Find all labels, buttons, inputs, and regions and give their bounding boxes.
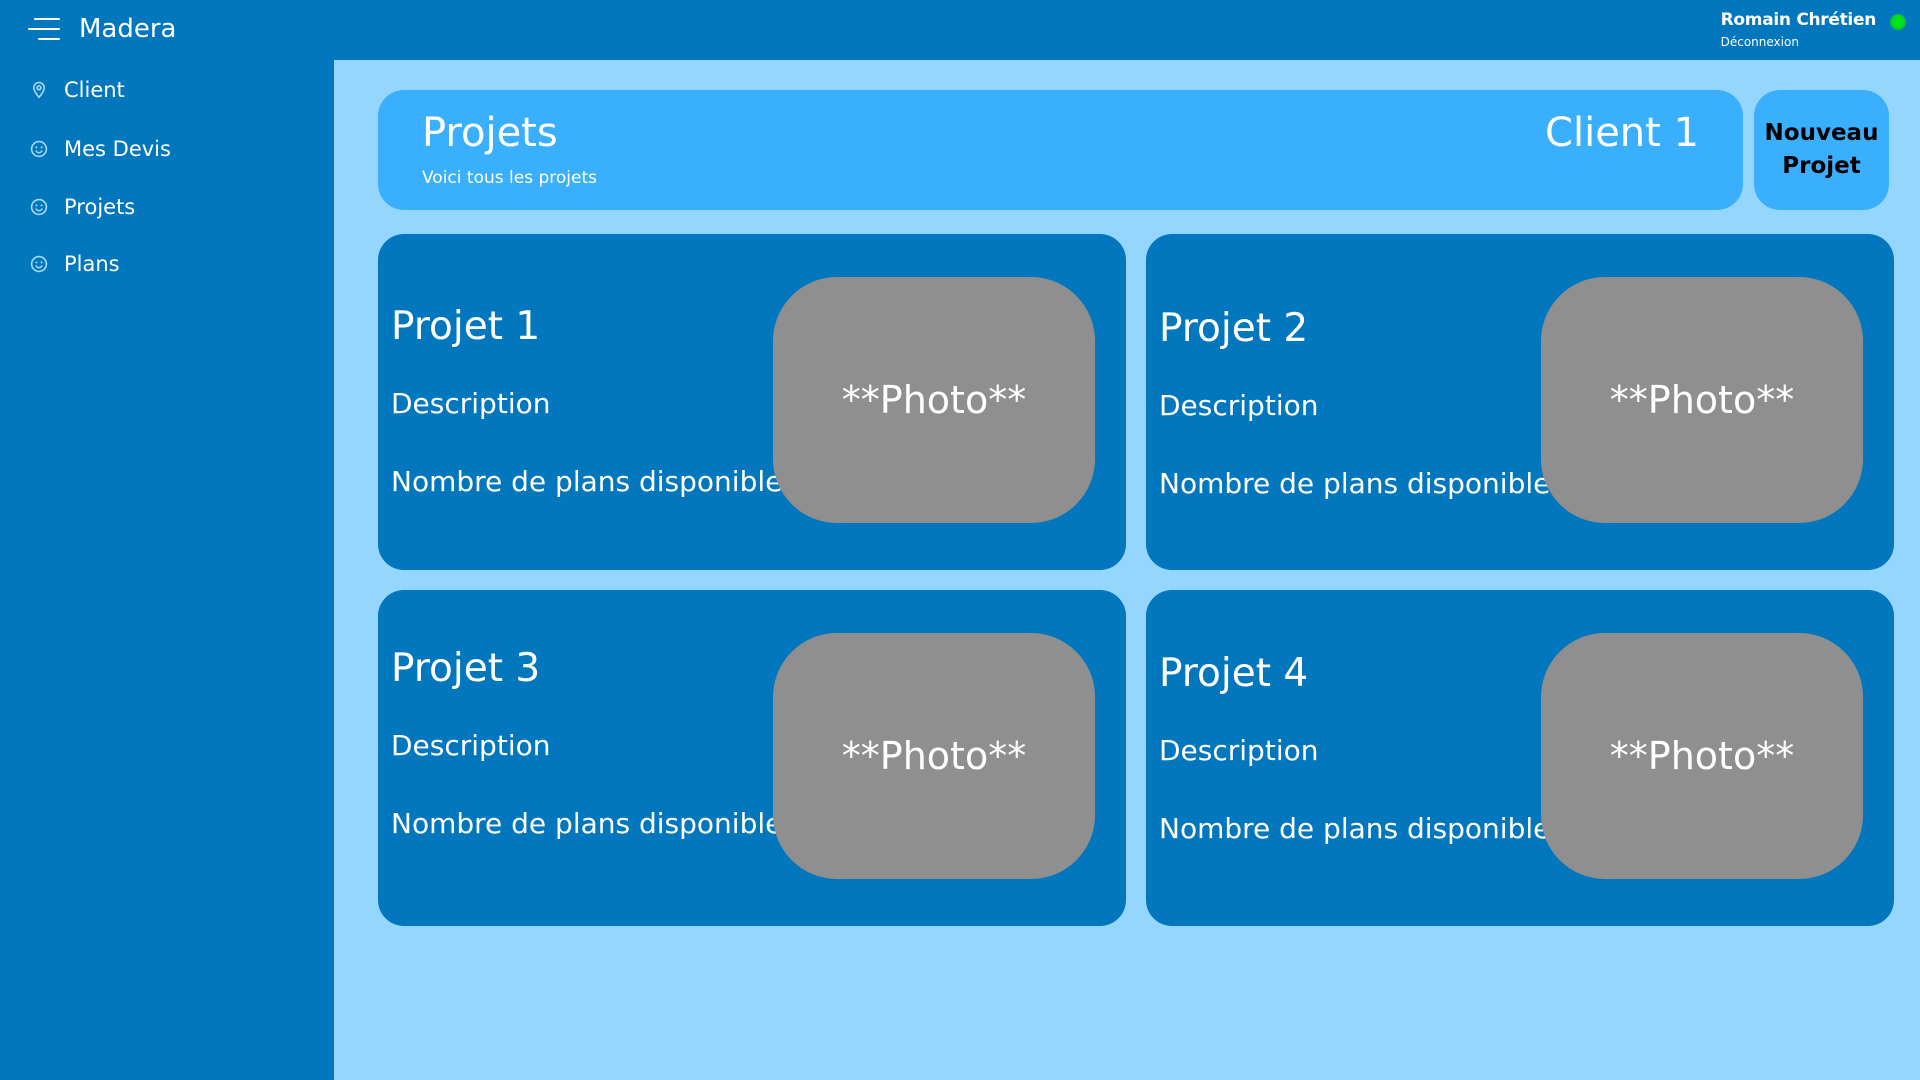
sidebar-item-plans[interactable]: Plans	[30, 246, 120, 282]
project-description: Description	[391, 387, 551, 420]
sidebar-item-client[interactable]: Client	[30, 72, 125, 108]
sidebar-item-mes-devis[interactable]: Mes Devis	[30, 131, 171, 167]
smiley-icon	[30, 198, 48, 216]
project-description: Description	[391, 729, 551, 762]
sidebar-item-projets[interactable]: Projets	[30, 189, 135, 225]
smiley-icon	[30, 255, 48, 273]
new-project-button[interactable]: Nouveau Projet	[1754, 90, 1889, 210]
project-photo: **Photo**	[1541, 633, 1863, 879]
project-plans-count: Nombre de plans disponibles	[391, 807, 797, 840]
user-block: Romain Chrétien Déconnexion	[1720, 10, 1877, 49]
project-title: Projet 2	[1159, 306, 1309, 351]
page-subtitle: Voici tous les projets	[422, 168, 597, 188]
online-status-icon	[1890, 14, 1906, 30]
user-name: Romain Chrétien	[1720, 10, 1877, 30]
project-photo: **Photo**	[773, 633, 1095, 879]
project-card[interactable]: Projet 4 Description Nombre de plans dis…	[1146, 590, 1894, 926]
project-plans-count: Nombre de plans disponibles	[1159, 467, 1565, 500]
project-photo: **Photo**	[1541, 277, 1863, 523]
menu-icon[interactable]	[28, 16, 60, 42]
project-title: Projet 4	[1159, 651, 1309, 696]
sidebar: Client Mes Devis Projets Plans	[0, 60, 334, 1080]
sidebar-item-label: Client	[64, 78, 125, 102]
logout-link[interactable]: Déconnexion	[1721, 35, 1876, 49]
project-plans-count: Nombre de plans disponibles	[391, 465, 797, 498]
sidebar-item-label: Projets	[64, 195, 136, 219]
sidebar-item-label: Plans	[64, 252, 120, 276]
page-header: Projets Voici tous les projets Client 1	[378, 90, 1743, 210]
smiley-icon	[30, 140, 48, 158]
project-title: Projet 1	[391, 304, 541, 349]
page-title: Projets	[422, 110, 558, 156]
project-description: Description	[1159, 734, 1319, 767]
project-title: Projet 3	[391, 646, 541, 691]
project-card[interactable]: Projet 2 Description Nombre de plans dis…	[1146, 234, 1894, 570]
project-photo: **Photo**	[773, 277, 1095, 523]
client-name: Client 1	[1545, 110, 1699, 156]
location-pin-icon	[30, 81, 48, 99]
sidebar-item-label: Mes Devis	[64, 137, 171, 161]
top-bar: Madera Romain Chrétien Déconnexion	[0, 0, 1920, 60]
project-card[interactable]: Projet 1 Description Nombre de plans dis…	[378, 234, 1126, 570]
app-title: Madera	[79, 14, 177, 44]
project-plans-count: Nombre de plans disponibles	[1159, 812, 1565, 845]
project-card[interactable]: Projet 3 Description Nombre de plans dis…	[378, 590, 1126, 926]
project-description: Description	[1159, 389, 1319, 422]
